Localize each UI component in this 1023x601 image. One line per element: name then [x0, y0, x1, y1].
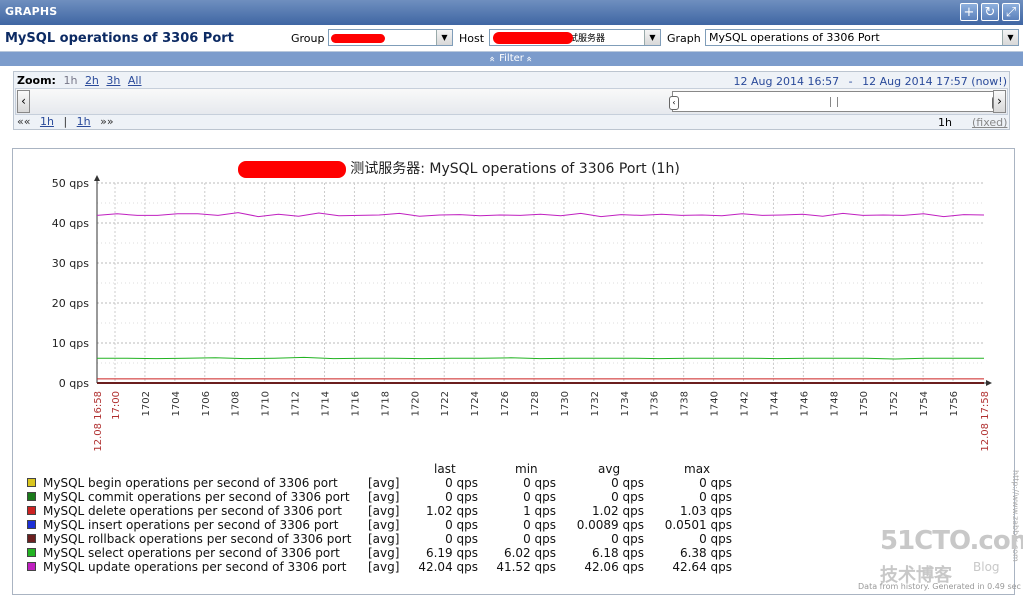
x-tick-label: 1720: [410, 391, 421, 416]
x-tick-label: 1704: [171, 391, 182, 416]
legend-value-min: 0 qps: [523, 518, 556, 532]
x-tick-label: 1722: [440, 391, 451, 416]
legend-series-function: [avg]: [368, 476, 400, 490]
legend-color-swatch: [27, 562, 36, 571]
legend-header-avg: avg: [598, 462, 621, 476]
legend-value-avg: 0 qps: [611, 532, 644, 546]
x-tick-label: 1714: [321, 391, 332, 416]
legend-series-name: MySQL select operations per second of 33…: [43, 546, 340, 560]
legend-color-swatch: [27, 534, 36, 543]
legend-value-max: 42.64 qps: [672, 560, 732, 574]
legend-value-avg: 0.0089 qps: [576, 518, 644, 532]
plot-area: [97, 183, 984, 383]
x-tick-label: 1732: [590, 391, 601, 416]
generated-footer: Data from history. Generated in 0.49 sec: [858, 582, 1021, 591]
legend-value-last: 6.19 qps: [425, 546, 478, 560]
x-tick-label: 1710: [261, 391, 272, 416]
x-start-label: 12.08 16:58: [93, 391, 104, 452]
legend-value-avg: 42.06 qps: [584, 560, 644, 574]
y-tick-label: 50 qps: [52, 177, 89, 190]
legend-series-function: [avg]: [368, 560, 400, 574]
x-tick-label: 1718: [380, 391, 391, 416]
legend-value-avg: 6.18 qps: [591, 546, 644, 560]
y-tick-label: 10 qps: [52, 337, 89, 350]
legend-series-name: MySQL begin operations per second of 330…: [43, 476, 338, 490]
legend-value-max: 0 qps: [699, 476, 732, 490]
x-tick-label: 1736: [650, 391, 661, 416]
legend-series-name: MySQL insert operations per second of 33…: [43, 518, 339, 532]
legend-value-last: 1.02 qps: [425, 504, 478, 518]
x-tick-label: 1706: [201, 391, 212, 416]
legend-value-max: 0 qps: [699, 490, 732, 504]
legend-color-swatch: [27, 548, 36, 557]
y-tick-label: 40 qps: [52, 217, 89, 230]
legend-value-last: 0 qps: [445, 532, 478, 546]
legend-value-min: 0 qps: [523, 476, 556, 490]
legend-series-name: MySQL delete operations per second of 33…: [43, 504, 343, 518]
legend-color-swatch: [27, 506, 36, 515]
watermark-site: 51CTO.com: [880, 526, 1023, 556]
watermark-blog-en: Blog: [973, 560, 1000, 574]
legend-value-max: 0 qps: [699, 532, 732, 546]
legend-series-name: MySQL rollback operations per second of …: [43, 532, 352, 546]
legend-value-last: 0 qps: [445, 518, 478, 532]
legend-header-min: min: [515, 462, 538, 476]
legend-value-avg: 0 qps: [611, 476, 644, 490]
legend-color-swatch: [27, 492, 36, 501]
x-tick-label: 1738: [680, 391, 691, 416]
legend-value-avg: 1.02 qps: [591, 504, 644, 518]
x-tick-label: 1712: [291, 391, 302, 416]
legend-series-function: [avg]: [368, 504, 400, 518]
x-tick-label: 1756: [949, 391, 960, 416]
x-tick-label: 1744: [769, 391, 780, 416]
legend-color-swatch: [27, 478, 36, 487]
legend-header-max: max: [684, 462, 711, 476]
legend-series-name: MySQL commit operations per second of 33…: [43, 490, 350, 504]
legend-value-min: 1 qps: [523, 504, 556, 518]
x-end-label: 12.08 17:58: [980, 391, 991, 452]
x-tick-label: 1740: [710, 391, 721, 416]
x-tick-label: 1748: [829, 391, 840, 416]
x-axis-arrow: [986, 380, 992, 386]
legend-value-last: 42.04 qps: [418, 560, 478, 574]
legend-value-last: 0 qps: [445, 490, 478, 504]
legend-series-function: [avg]: [368, 532, 400, 546]
x-tick-label: 1752: [889, 391, 900, 416]
x-tick-label: 1746: [799, 391, 810, 416]
legend-series-function: [avg]: [368, 546, 400, 560]
x-tick-label: 1754: [919, 391, 930, 416]
x-tick-label: 1702: [141, 391, 152, 416]
legend-series-function: [avg]: [368, 518, 400, 532]
legend-header-last: last: [434, 462, 456, 476]
legend-value-last: 0 qps: [445, 476, 478, 490]
x-tick-label: 1734: [620, 391, 631, 416]
legend-value-avg: 0 qps: [611, 490, 644, 504]
legend-series-function: [avg]: [368, 490, 400, 504]
legend-value-max: 6.38 qps: [679, 546, 732, 560]
legend-value-max: 0.0501 qps: [664, 518, 732, 532]
x-tick-label: 1716: [350, 391, 361, 416]
legend-value-max: 1.03 qps: [679, 504, 732, 518]
x-tick-label: 1742: [740, 391, 751, 416]
legend-value-min: 41.52 qps: [496, 560, 556, 574]
x-tick-label: 17:00: [111, 391, 122, 420]
x-tick-label: 1728: [530, 391, 541, 416]
x-tick-label: 1750: [859, 391, 870, 416]
y-tick-label: 30 qps: [52, 257, 89, 270]
y-tick-label: 20 qps: [52, 297, 89, 310]
legend-color-swatch: [27, 520, 36, 529]
legend-value-min: 0 qps: [523, 532, 556, 546]
x-tick-label: 1730: [560, 391, 571, 416]
legend-series-name: MySQL update operations per second of 33…: [43, 560, 347, 574]
y-tick-label: 0 qps: [59, 377, 89, 390]
legend-value-min: 0 qps: [523, 490, 556, 504]
y-axis-arrow: [94, 175, 100, 181]
x-tick-label: 1726: [500, 391, 511, 416]
legend-value-min: 6.02 qps: [503, 546, 556, 560]
x-tick-label: 1708: [231, 391, 242, 416]
x-tick-label: 1724: [470, 391, 481, 416]
